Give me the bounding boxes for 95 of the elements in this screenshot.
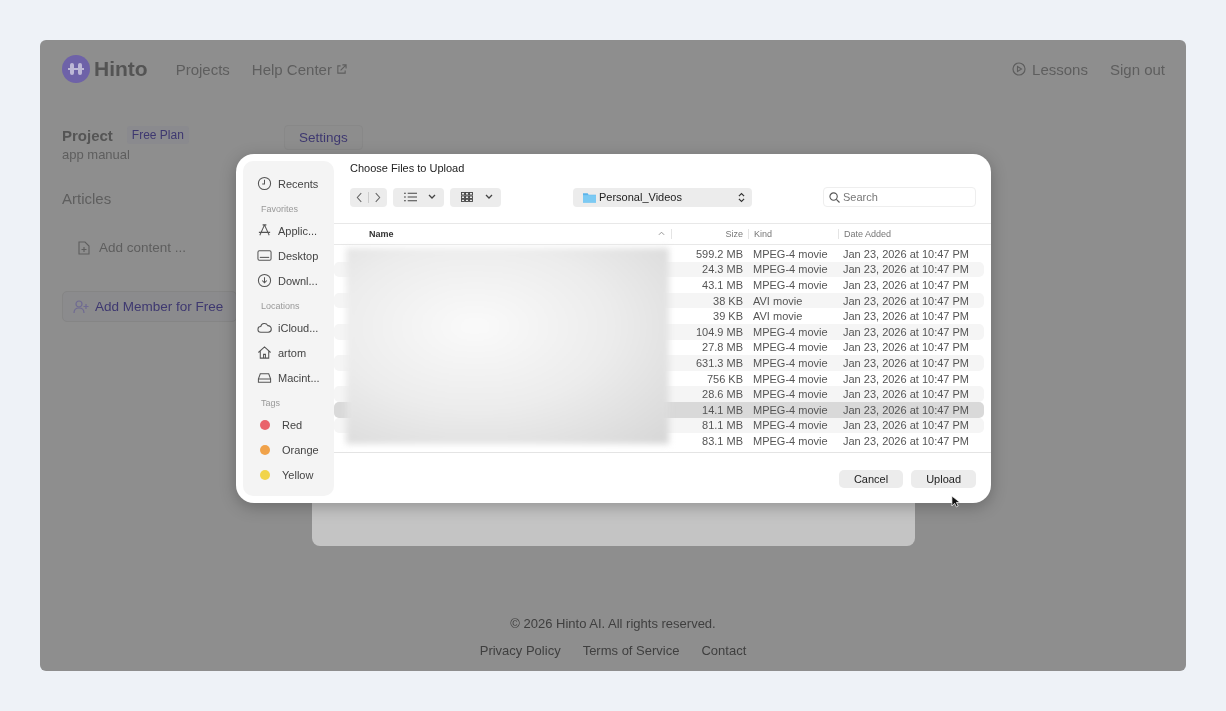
file-add-icon [78, 240, 90, 255]
kind-cell-text: MPEG-4 movie [752, 372, 829, 385]
project-title: Project [62, 126, 113, 144]
date-cell-text: Jan 23, 2026 at 10:47 PM [842, 372, 970, 385]
caret-icon [485, 194, 493, 200]
size-cell-text: 104.9 MB [694, 325, 744, 338]
copyright-text: © 2026 Hinto AI. All rights reserved. [510, 616, 716, 631]
kind-cell-text: MPEG-4 movie [752, 247, 829, 260]
kind-cell-text: MPEG-4 movie [752, 388, 829, 401]
plan-badge: Free Plan [126, 126, 189, 144]
chevron-right-icon [374, 191, 381, 203]
sidebar-item[interactable]: Applic... [257, 218, 334, 243]
upload-button[interactable]: Upload [911, 469, 976, 488]
desktop-icon [257, 248, 272, 263]
kind-cell-text: MPEG-4 movie [752, 341, 829, 354]
size-cell-text: 599.2 MB [694, 247, 744, 260]
sidebar-item[interactable]: Desktop [257, 243, 334, 268]
sidebar-heading: Locations [261, 301, 301, 311]
sort-caret-icon [658, 231, 665, 236]
file-row[interactable]: 39 KB AVI movie Jan 23, 2026 at 10:47 PM [671, 308, 984, 324]
dialog-title: Choose Files to Upload [350, 162, 466, 174]
kind-cell-text: MPEG-4 movie [752, 434, 829, 447]
kind-cell-text: MPEG-4 movie [752, 263, 829, 276]
size-cell-text: 24.3 MB [701, 263, 744, 276]
date-cell-text: Jan 23, 2026 at 10:47 PM [842, 263, 970, 276]
file-row[interactable]: 599.2 MB MPEG-4 movie Jan 23, 2026 at 10:47 PM [671, 246, 984, 262]
date-cell-text: Jan 23, 2026 at 10:47 PM [842, 419, 970, 432]
search-field[interactable]: Search [823, 187, 976, 207]
size-cell-text: 631.3 MB [694, 356, 744, 369]
date-cell-text: Jan 23, 2026 at 10:47 PM [842, 403, 970, 416]
column-header[interactable]: Kind [748, 229, 838, 239]
file-row[interactable]: 43.1 MB MPEG-4 movie Jan 23, 2026 at 10:47 PM [671, 277, 984, 293]
grid-view-button[interactable] [450, 187, 501, 207]
date-cell-text: Jan 23, 2026 at 10:47 PM [842, 325, 970, 338]
size-cell-text: 28.6 MB [701, 388, 744, 401]
date-cell-text: Jan 23, 2026 at 10:47 PM [842, 310, 970, 323]
updown-caret-icon [738, 191, 745, 203]
kind-cell-text: MPEG-4 movie [752, 279, 829, 291]
column-header[interactable]: Size [671, 229, 748, 239]
column-header[interactable]: Name [334, 229, 671, 239]
chevron-left-icon [356, 191, 363, 203]
kind-cell-text: MPEG-4 movie [752, 419, 829, 432]
sidebar-item[interactable]: artom [257, 340, 334, 365]
clock-icon [257, 176, 272, 191]
sidebar-tag[interactable]: Yellow [257, 462, 334, 487]
file-row[interactable]: 27.8 MB MPEG-4 movie Jan 23, 2026 at 10:47 PM [671, 339, 984, 356]
kind-cell-text: MPEG-4 movie [752, 325, 829, 338]
kind-cell-text: MPEG-4 movie [752, 356, 829, 369]
sidebar-tag[interactable]: Red [257, 412, 334, 437]
user-add-icon [73, 299, 89, 314]
sidebar-heading: Favorites [261, 204, 299, 214]
sidebar-tag[interactable]: Orange [257, 437, 334, 462]
sidebar-item[interactable]: Macint... [257, 365, 334, 390]
size-cell-text: 38 KB [712, 294, 744, 307]
date-cell-text: Jan 23, 2026 at 10:47 PM [842, 341, 970, 354]
date-cell-text: Jan 23, 2026 at 10:47 PM [842, 279, 970, 291]
sidebar-item[interactable]: iCloud... [257, 315, 334, 340]
date-cell-text: Jan 23, 2026 at 10:47 PM [842, 388, 970, 401]
external-link-icon [335, 63, 347, 75]
download-icon [257, 273, 272, 288]
date-cell-text: Jan 23, 2026 at 10:47 PM [842, 294, 970, 307]
file-row[interactable]: 83.1 MB MPEG-4 movie Jan 23, 2026 at 10:47 PM [671, 433, 984, 449]
logo-text: Hinto [94, 57, 148, 81]
kind-cell-text: AVI movie [752, 310, 804, 323]
play-icon [1012, 62, 1027, 76]
date-cell-text: Jan 23, 2026 at 10:47 PM [842, 434, 970, 447]
size-cell-text: 81.1 MB [701, 419, 744, 432]
folder-icon [583, 191, 596, 203]
list-icon [404, 192, 417, 202]
home-icon [257, 345, 272, 360]
cloud-icon [257, 320, 272, 335]
logo-icon [62, 55, 90, 83]
grid-icon [461, 192, 473, 202]
size-cell-text: 14.1 MB [701, 403, 744, 416]
size-cell-text: 39 KB [712, 310, 744, 323]
folder-dropdown[interactable]: Personal_Videos [573, 187, 752, 207]
back-forward-button[interactable] [350, 187, 387, 207]
kind-cell-text: AVI movie [752, 294, 804, 307]
sidebar-item[interactable]: Downl... [257, 268, 334, 293]
date-cell-text: Jan 23, 2026 at 10:47 PM [842, 247, 970, 260]
list-view-button[interactable] [393, 187, 444, 207]
caret-icon [428, 194, 436, 200]
search-icon [829, 192, 840, 203]
sidebar-heading: Tags [261, 398, 281, 408]
date-cell-text: Jan 23, 2026 at 10:47 PM [842, 356, 970, 369]
apps-icon [257, 223, 272, 238]
size-cell-text: 43.1 MB [701, 279, 744, 291]
size-cell-text: 83.1 MB [701, 434, 744, 447]
size-cell-text: 756 KB [705, 372, 744, 385]
kind-cell-text: MPEG-4 movie [752, 403, 829, 416]
column-header[interactable]: Date Added [838, 229, 978, 239]
file-row[interactable]: 756 KB MPEG-4 movie Jan 23, 2026 at 10:47 PM [671, 370, 984, 387]
size-cell-text: 27.8 MB [701, 341, 744, 354]
cancel-button[interactable]: Cancel [838, 469, 904, 488]
sidebar-item[interactable]: Recents [257, 171, 334, 196]
